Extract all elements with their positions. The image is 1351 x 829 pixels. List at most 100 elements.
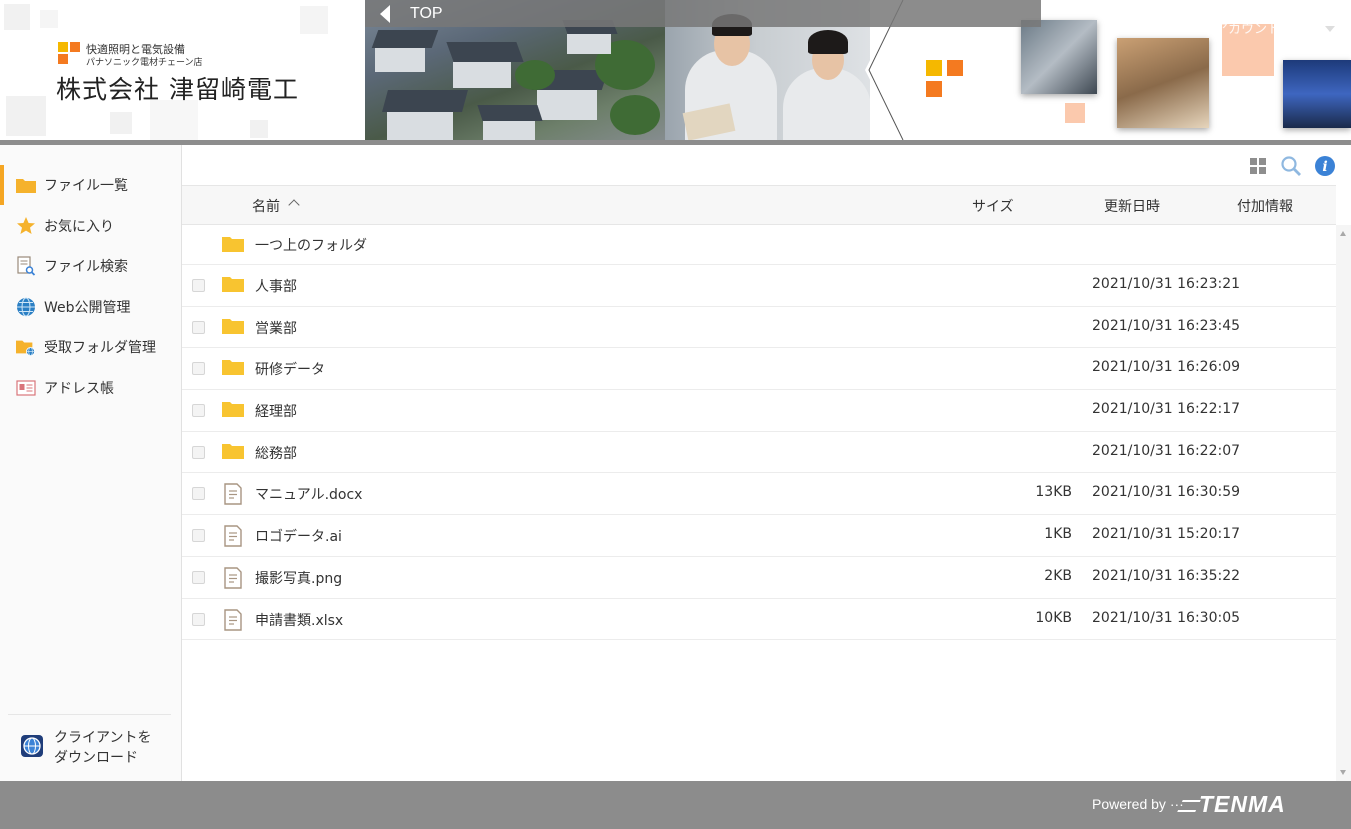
toolbar: i: [182, 145, 1351, 185]
file-modified: 2021/10/31 16:26:09: [1092, 359, 1241, 376]
sidebar-item-label: Web公開管理: [44, 299, 131, 316]
column-size-header[interactable]: サイズ: [972, 196, 1014, 216]
file-size: 2KB: [1044, 567, 1072, 584]
vertical-scrollbar[interactable]: [1336, 225, 1351, 781]
tenma-logo-mark-icon: [1177, 800, 1201, 812]
tenma-brand-logo[interactable]: TENMA: [1199, 791, 1286, 818]
table-row[interactable]: 撮影写真.png 2KB 2021/10/31 16:35:22: [182, 557, 1336, 599]
file-name[interactable]: 申請書類.xlsx: [255, 610, 343, 630]
back-arrow-icon: [380, 4, 390, 23]
table-row[interactable]: ロゴデータ.ai 1KB 2021/10/31 15:20:17: [182, 515, 1336, 557]
scroll-up-arrow-icon[interactable]: [1340, 231, 1346, 236]
column-modified-header[interactable]: 更新日時: [1104, 196, 1160, 216]
file-size: 10KB: [1035, 609, 1072, 626]
table-row[interactable]: マニュアル.docx 13KB 2021/10/31 16:30:59: [182, 473, 1336, 516]
decorative-square: [4, 4, 30, 30]
file-name[interactable]: マニュアル.docx: [255, 484, 362, 504]
file-modified: 2021/10/31 16:23:21: [1092, 276, 1241, 292]
file-modified: 2021/10/31 15:20:17: [1092, 526, 1241, 543]
download-client-button[interactable]: クライアントを ダウンロード: [8, 714, 171, 781]
row-checkbox[interactable]: [192, 404, 205, 418]
top-nav-bar[interactable]: TOP: [365, 0, 1041, 27]
file-search-icon: [16, 256, 36, 276]
sidebar-item-address-book[interactable]: アドレス帳: [0, 368, 181, 409]
table-row[interactable]: 総務部 2021/10/31 16:22:07: [182, 432, 1336, 474]
sidebar-item-web-publish[interactable]: Web公開管理: [0, 287, 181, 328]
folder-icon: [222, 317, 244, 337]
address-card-icon: [16, 378, 36, 398]
file-size: 13KB: [1035, 484, 1072, 501]
sidebar-item-label: お気に入り: [44, 218, 114, 235]
grid-view-icon[interactable]: [1247, 155, 1269, 177]
table-header: 名前 サイズ 更新日時 付加情報: [182, 185, 1336, 225]
row-checkbox[interactable]: [192, 570, 205, 584]
file-modified: 2021/10/31 16:22:07: [1092, 442, 1241, 459]
parent-folder-link[interactable]: 一つ上のフォルダ: [255, 235, 367, 255]
company-logo-area: 快適照明と電気設備 パナソニック電材チェーン店 株式会社 津留崎電工: [0, 0, 365, 140]
night-city-photo: [1283, 60, 1351, 128]
row-checkbox[interactable]: [192, 529, 205, 543]
client-globe-icon: [20, 734, 44, 762]
table-row[interactable]: 申請書類.xlsx 10KB 2021/10/31 16:30:05: [182, 599, 1336, 641]
file-modified: 2021/10/31 16:30:05: [1092, 609, 1241, 626]
account-menu[interactable]: アカウント: [1215, 18, 1280, 37]
file-name[interactable]: ロゴデータ.ai: [255, 526, 342, 546]
file-name[interactable]: 撮影写真.png: [255, 568, 342, 588]
row-checkbox[interactable]: [192, 362, 205, 376]
sidebar-item-favorites[interactable]: お気に入り: [0, 206, 181, 247]
parent-folder-row[interactable]: 一つ上のフォルダ: [182, 225, 1336, 265]
column-extra-header[interactable]: 付加情報: [1237, 196, 1293, 216]
row-checkbox[interactable]: [192, 279, 205, 292]
decorative-square: [40, 10, 58, 28]
row-checkbox[interactable]: [192, 487, 205, 501]
file-modified: 2021/10/31 16:35:22: [1092, 567, 1241, 584]
star-icon: [16, 216, 36, 236]
decorative-square: [300, 6, 328, 34]
folder-globe-icon: [16, 337, 36, 357]
row-checkbox[interactable]: [192, 612, 205, 626]
row-checkbox[interactable]: [192, 320, 205, 334]
search-icon[interactable]: [1280, 155, 1302, 177]
table-row[interactable]: 経理部 2021/10/31 16:22:17: [182, 390, 1336, 432]
decorative-square: [110, 112, 132, 134]
document-icon: [222, 525, 244, 547]
decorative-square: [250, 120, 268, 138]
header: 快適照明と電気設備 パナソニック電材チェーン店 株式会社 津留崎電工 TOP ア…: [0, 0, 1351, 140]
sidebar-item-file-search[interactable]: ファイル検索: [0, 246, 181, 287]
sidebar-item-label: アドレス帳: [44, 380, 114, 397]
globe-icon: [16, 297, 36, 317]
chevron-down-icon[interactable]: [1325, 26, 1335, 32]
file-name[interactable]: 人事部: [255, 276, 297, 296]
download-client-label: クライアントを ダウンロード: [54, 728, 151, 768]
company-logo-mark: [58, 42, 82, 66]
decorative-square: [926, 81, 942, 97]
decorative-square: [1065, 103, 1085, 123]
file-name[interactable]: 研修データ: [255, 359, 325, 379]
decorative-square: [150, 100, 198, 140]
svg-text:i: i: [1322, 159, 1327, 175]
download-line-1: クライアントを: [54, 730, 152, 746]
decorative-square: [947, 60, 963, 76]
sidebar-item-file-list[interactable]: ファイル一覧: [0, 165, 181, 206]
column-name-header[interactable]: 名前: [252, 196, 300, 216]
table-row[interactable]: 営業部 2021/10/31 16:23:45: [182, 307, 1336, 349]
table-row[interactable]: 研修データ 2021/10/31 16:26:09: [182, 348, 1336, 391]
decorative-square: [926, 60, 942, 76]
document-icon: [222, 567, 244, 589]
file-name[interactable]: 経理部: [255, 401, 297, 421]
decorative-square: [6, 96, 46, 136]
row-checkbox[interactable]: [192, 445, 205, 459]
document-icon: [222, 608, 244, 631]
file-name[interactable]: 総務部: [255, 443, 297, 463]
sidebar-item-receive-folder[interactable]: 受取フォルダ管理: [0, 327, 181, 368]
folder-icon: [222, 275, 244, 295]
top-link[interactable]: TOP: [410, 5, 443, 23]
info-icon[interactable]: i: [1314, 155, 1336, 177]
table-row[interactable]: 人事部 2021/10/31 16:23:21: [182, 265, 1336, 307]
file-name[interactable]: 営業部: [255, 318, 297, 338]
folder-icon: [16, 175, 36, 195]
file-modified: 2021/10/31 16:22:17: [1092, 401, 1241, 418]
scroll-down-arrow-icon[interactable]: [1340, 770, 1346, 775]
footer: Powered by ··· TENMA: [0, 781, 1351, 829]
sort-ascending-icon: [288, 199, 300, 211]
